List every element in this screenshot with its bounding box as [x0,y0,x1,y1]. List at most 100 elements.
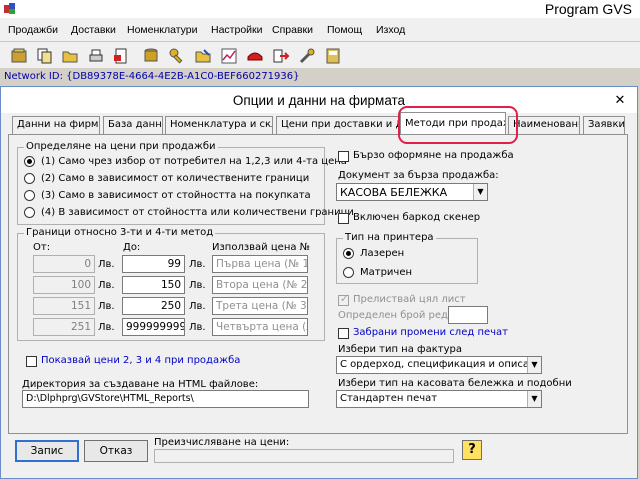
menu-deliveries[interactable]: Доставки [71,24,116,36]
invoice-type-select[interactable]: С ордерход, спецификация и описание ▼ [336,356,542,374]
printer-laser-radio[interactable] [343,248,354,259]
chevron-down-icon: ▼ [473,184,487,200]
price-method-radio-4[interactable] [24,207,35,218]
price-method-label-2: (2) Само в зависимост от количествените … [41,173,310,184]
limit-price-3[interactable]: Трета цена (№ 3) [212,297,308,315]
show-prices-checkbox[interactable] [26,356,37,367]
receipt-type-label: Избери тип на касовата бележка и подобни [338,378,572,389]
price-method-radio-2[interactable] [24,173,35,184]
tools-icon[interactable] [298,47,316,65]
printer-matrix-radio[interactable] [343,267,354,278]
printer-type-legend: Тип на принтера [343,232,436,243]
limits-col-to: До: [123,242,141,253]
limit-to-3[interactable]: 250 [122,297,185,315]
folder-open-icon[interactable] [61,47,79,65]
limit-from-4: 251 [33,318,95,336]
barcode-checkbox[interactable] [338,213,349,224]
limits-col-from: От: [33,242,51,253]
currency-label: Лв. [189,259,206,270]
price-method-legend: Определяне на цени при продажби [24,141,218,152]
app-logo-icon [4,3,15,14]
printer-matrix-label: Матричен [360,267,413,278]
chevron-down-icon: ▼ [527,391,541,407]
arrow-out-icon[interactable] [272,47,290,65]
dialog-title-bar: Опции и данни на фирмата ✕ [1,87,637,113]
limit-price-1[interactable]: Първа цена (№ 1) [212,255,308,273]
forbid-changes-label: Забрани промени след печат [353,327,508,338]
network-id: Network ID: {DB89378E-4664-4E2B-A1C0-BEF… [4,71,300,82]
toolbar [0,42,640,68]
menu-help[interactable]: Помощ [327,24,362,36]
recalc-label: Преизчисляване на цени: [154,437,290,448]
price-method-label-1: (1) Само чрез избор от потребител на 1,2… [41,156,347,167]
price-method-label-4: (4) В зависимост от стойността или колич… [41,207,354,218]
forbid-changes-checkbox[interactable] [338,328,349,339]
document-red-icon[interactable] [112,47,130,65]
receipt-type-select[interactable]: Стандартен печат ▼ [336,390,542,408]
currency-label: Лв. [98,322,115,333]
recalc-progress [154,449,454,463]
doc-type-select[interactable]: КАСОВА БЕЛЕЖКА ▼ [336,183,488,201]
tab-database[interactable]: База данни [103,116,163,134]
print-icon[interactable] [87,47,105,65]
limit-to-1[interactable]: 99 [122,255,185,273]
limit-price-4[interactable]: Четвърта цена (№ [212,318,308,336]
currency-label: Лв. [98,259,115,270]
tab-company-data[interactable]: Данни на фирмата [12,116,100,134]
full-sheet-checkbox[interactable] [338,294,349,306]
receipt-type-value: Стандартен печат [340,393,438,404]
key-icon[interactable] [168,47,186,65]
quick-sale-label: Бързо оформяне на продажба [353,150,514,161]
invoice-type-value: С ордерход, спецификация и описание [340,359,542,370]
tab-orders[interactable]: Заявки [583,116,625,134]
folder-edit-icon[interactable] [194,47,212,65]
rows-input[interactable] [448,306,488,324]
show-prices-label: Показвай цени 2, 3 и 4 при продажба [41,355,241,366]
help-button[interactable]: ? [462,440,482,460]
close-icon[interactable]: ✕ [609,92,631,109]
save-button[interactable]: Запис [15,440,79,462]
menu-bar: Продажби Доставки Номенклатури Настройки… [0,18,640,42]
limit-from-1: 0 [33,255,95,273]
currency-label: Лв. [189,322,206,333]
menu-sales[interactable]: Продажби [8,24,58,36]
limit-to-2[interactable]: 150 [122,276,185,294]
chevron-down-icon: ▼ [527,357,541,373]
limit-from-3: 151 [33,297,95,315]
menu-reports[interactable]: Справки [272,24,313,36]
app-title-bar: Program GVS [0,0,640,18]
limit-from-2: 100 [33,276,95,294]
quick-sale-checkbox[interactable] [338,151,349,162]
full-sheet-label: Прелиствай цял лист [353,294,466,305]
printer-laser-label: Лазерен [360,248,405,259]
currency-label: Лв. [189,301,206,312]
database-icon[interactable] [142,47,160,65]
copy-icon[interactable] [36,47,54,65]
limits-col-price: Използвай цена № [212,242,311,253]
currency-label: Лв. [98,301,115,312]
price-method-radio-1[interactable] [24,156,35,167]
menu-nomenclatures[interactable]: Номенклатури [127,24,198,36]
save-icon[interactable] [324,47,342,65]
price-method-radio-3[interactable] [24,190,35,201]
chart-icon[interactable] [220,47,238,65]
menu-settings[interactable]: Настройки [211,24,263,36]
html-dir-label: Директория за създаване на HTML файлове: [22,379,259,390]
tab-delivery-prices[interactable]: Цени при доставки и ДДС [276,116,399,134]
app-title: Program GVS [544,1,632,17]
limit-to-4[interactable]: 9999999999 [122,318,185,336]
limit-price-2[interactable]: Втора цена (№ 2) [212,276,308,294]
phone-icon[interactable] [246,47,264,65]
currency-label: Лв. [189,280,206,291]
html-dir-input[interactable]: D:\Dlphprg\GVStore\HTML_Reports\ [22,390,309,408]
currency-label: Лв. [98,280,115,291]
tab-nomenclature[interactable]: Номенклатура и склад [165,116,273,134]
doc-type-value: КАСОВА БЕЛЕЖКА [340,186,448,199]
tab-names[interactable]: Наименования [508,116,580,134]
cancel-button[interactable]: Отказ [84,440,148,462]
archive-icon[interactable] [10,47,28,65]
invoice-type-label: Избери тип на фактура [338,344,462,355]
doc-type-label: Документ за бърза продажба: [338,170,499,181]
menu-exit[interactable]: Изход [376,24,405,36]
limits-legend: Граници относно 3-ти и 4-ти метод [24,227,216,238]
